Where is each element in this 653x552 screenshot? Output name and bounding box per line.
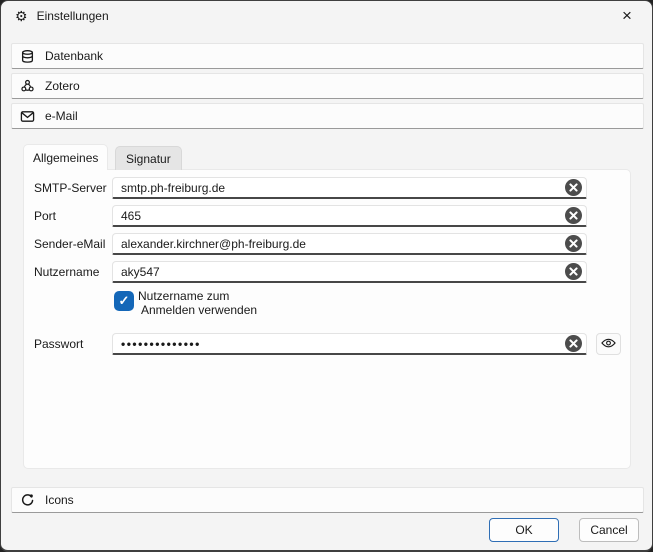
port-label: Port <box>34 205 120 227</box>
clear-icon[interactable] <box>565 235 582 252</box>
settings-dialog: ⚙ Einstellungen × Datenbank Zotero e-Mai… <box>0 0 653 552</box>
section-email[interactable]: e-Mail <box>11 103 644 129</box>
window-title: Einstellungen <box>37 9 109 23</box>
zotero-icon <box>20 79 35 94</box>
tab-allgemeines[interactable]: Allgemeines <box>23 144 108 170</box>
titlebar: ⚙ Einstellungen × <box>1 1 652 31</box>
clear-icon[interactable] <box>565 335 582 352</box>
smtp-server-label: SMTP-Server <box>34 177 120 199</box>
eye-icon <box>601 337 616 351</box>
section-label: Icons <box>45 493 74 507</box>
tab-signatur[interactable]: Signatur <box>115 146 182 170</box>
ok-button[interactable]: OK <box>489 518 559 542</box>
username-label: Nutzername <box>34 261 120 283</box>
section-zotero[interactable]: Zotero <box>11 73 644 99</box>
sender-email-label: Sender-eMail <box>34 233 120 255</box>
show-password-button[interactable] <box>596 333 621 355</box>
sender-email-input[interactable] <box>112 233 587 255</box>
password-input[interactable] <box>112 333 587 355</box>
password-row <box>112 333 587 355</box>
section-datenbank[interactable]: Datenbank <box>11 43 644 69</box>
section-label: Zotero <box>45 79 80 93</box>
username-input[interactable] <box>112 261 587 283</box>
clear-icon[interactable] <box>565 179 582 196</box>
tab-label: Allgemeines <box>33 151 98 165</box>
section-label: e-Mail <box>45 109 78 123</box>
username-row <box>112 261 587 283</box>
clear-icon[interactable] <box>565 263 582 280</box>
database-icon <box>20 49 35 64</box>
section-icons[interactable]: Icons <box>11 487 644 513</box>
mail-icon <box>20 109 35 124</box>
email-general-pane: SMTP-Server Port Sender-eMail Nutzername… <box>23 169 631 469</box>
section-label: Datenbank <box>45 49 103 63</box>
sender-email-row <box>112 233 587 255</box>
smtp-server-row <box>112 177 587 199</box>
cancel-button[interactable]: Cancel <box>579 518 639 542</box>
password-label: Passwort <box>34 333 120 355</box>
gear-icon: ⚙ <box>15 9 28 23</box>
sync-icon <box>20 493 35 508</box>
port-row <box>112 205 587 227</box>
clear-icon[interactable] <box>565 207 582 224</box>
tab-label: Signatur <box>126 152 171 166</box>
port-input[interactable] <box>112 205 587 227</box>
use-username-checkbox[interactable]: ✓ <box>114 291 134 311</box>
checkmark-icon: ✓ <box>119 293 130 309</box>
use-username-checkbox-label: Nutzername zum Anmelden verwenden <box>138 289 257 317</box>
close-icon[interactable]: × <box>608 3 646 29</box>
smtp-server-input[interactable] <box>112 177 587 199</box>
